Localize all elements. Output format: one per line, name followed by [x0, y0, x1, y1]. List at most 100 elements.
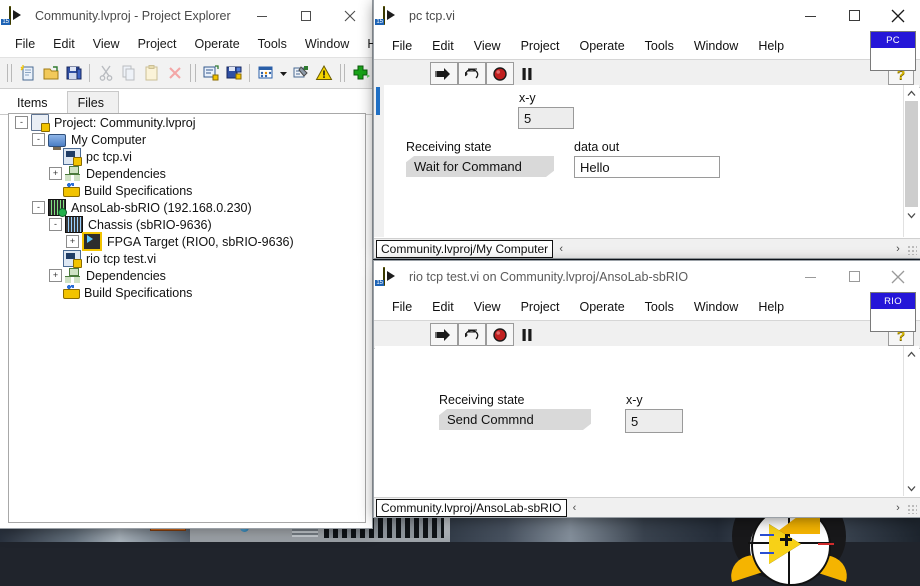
project-explorer-menu-view[interactable]: View: [84, 34, 129, 54]
delete-icon[interactable]: [164, 62, 185, 84]
resize-grip[interactable]: [907, 504, 917, 514]
tree-item[interactable]: pc tcp.vi: [9, 148, 365, 166]
save-all-icon[interactable]: [63, 62, 84, 84]
pc-tcp-vi-menu-file[interactable]: File: [382, 37, 422, 55]
minimize-icon[interactable]: [788, 261, 832, 292]
pc-xy-indicator[interactable]: 5: [518, 107, 574, 129]
rio-tcp-test-vi-titlebar[interactable]: rio tcp test.vi on Community.lvproj/Anso…: [374, 261, 920, 293]
close-icon[interactable]: [876, 0, 920, 31]
tab-items[interactable]: Items: [6, 91, 63, 114]
run-arrow-icon[interactable]: [430, 323, 458, 346]
pc-tcp-vi-menu-tools[interactable]: Tools: [635, 37, 684, 55]
show-block-diagram-icon[interactable]: [201, 62, 222, 84]
maximize-icon[interactable]: [284, 0, 328, 31]
run-continuously-icon[interactable]: [458, 62, 486, 85]
scroll-up-icon[interactable]: [904, 85, 919, 101]
copy-icon[interactable]: [118, 62, 139, 84]
pc-tcp-vi-menu-edit[interactable]: Edit: [422, 37, 464, 55]
abort-execution-icon[interactable]: [486, 323, 514, 346]
resize-grip[interactable]: [907, 245, 917, 255]
pc-data-out-indicator[interactable]: Hello: [574, 156, 720, 178]
scroll-left-icon[interactable]: ‹: [567, 502, 583, 514]
scroll-left-icon[interactable]: ‹: [553, 243, 569, 255]
abort-execution-icon[interactable]: [486, 62, 514, 85]
project-explorer-tabs[interactable]: Items Files: [0, 89, 372, 115]
project-explorer-menu-window[interactable]: Window: [296, 34, 358, 54]
pc-tcp-vi-titlebar[interactable]: pc tcp.vi: [374, 0, 920, 32]
tree-item[interactable]: Build Specifications: [9, 284, 365, 301]
run-arrow-icon[interactable]: [430, 62, 458, 85]
pc-tcp-vi-menu-view[interactable]: View: [464, 37, 511, 55]
view-options-icon[interactable]: [255, 62, 276, 84]
tree-item[interactable]: - Chassis (sbRIO-9636): [9, 216, 365, 233]
paste-icon[interactable]: [141, 62, 162, 84]
scroll-right-icon[interactable]: ›: [890, 502, 906, 514]
pc-tcp-vi-menu-operate[interactable]: Operate: [569, 37, 634, 55]
tree-item[interactable]: - My Computer: [9, 131, 365, 150]
rio-front-panel-status-bar[interactable]: Community.lvproj/AnsoLab-sbRIO ‹ ›: [374, 497, 920, 517]
rio-front-panel[interactable]: Receiving state Send Commnd x-y 5: [375, 346, 903, 496]
tree-item[interactable]: - Project: Community.lvproj: [9, 114, 365, 132]
scroll-thumb[interactable]: [376, 87, 380, 115]
pc-front-panel-status-bar[interactable]: Community.lvproj/My Computer ‹ ›: [374, 238, 920, 258]
project-explorer-menu-project[interactable]: Project: [129, 34, 186, 54]
close-icon[interactable]: [328, 0, 372, 31]
rio-tcp-test-vi-window[interactable]: rio tcp test.vi on Community.lvproj/Anso…: [374, 261, 920, 517]
run-continuously-icon[interactable]: [458, 323, 486, 346]
close-icon[interactable]: [876, 261, 920, 292]
rio-tcp-test-vi-menu-tools[interactable]: Tools: [635, 298, 684, 316]
maximize-icon[interactable]: [832, 261, 876, 292]
tree-item[interactable]: + Dependencies: [9, 267, 365, 284]
rio-tcp-test-vi-menubar[interactable]: File Edit View Project Operate Tools Window Hel…: [374, 293, 920, 321]
add-item-icon[interactable]: [350, 62, 371, 84]
scroll-thumb[interactable]: [905, 101, 918, 207]
pc-receiving-state-indicator[interactable]: Wait for Command: [406, 156, 554, 177]
rio-xy-indicator[interactable]: 5: [625, 409, 683, 433]
pc-tcp-vi-window[interactable]: pc tcp.vi FileEditViewProjectOperateTool…: [374, 0, 920, 258]
rio-tcp-test-vi-menu-window[interactable]: Window: [684, 298, 748, 316]
tree-item[interactable]: - AnsoLab-sbRIO (192.168.0.230): [9, 199, 365, 217]
pc-tcp-vi-menubar[interactable]: File Edit View Project Operate Tools Window Hel…: [374, 32, 920, 60]
tree-item[interactable]: Build Specifications: [9, 182, 365, 199]
collapse-icon[interactable]: -: [32, 201, 45, 214]
rio-tcp-test-vi-menu-help[interactable]: Help: [748, 298, 794, 316]
rio-tcp-test-vi-menu-operate[interactable]: Operate: [569, 298, 634, 316]
resolve-conflicts-icon[interactable]: [291, 62, 312, 84]
rio-receiving-state-indicator[interactable]: Send Commnd: [439, 409, 591, 430]
project-explorer-toolbar[interactable]: [0, 57, 372, 89]
project-explorer-menu-file[interactable]: File: [6, 34, 44, 54]
project-explorer-window[interactable]: Community.lvproj - Project Explorer File…: [0, 0, 393, 528]
scroll-down-icon[interactable]: [904, 480, 919, 496]
warning-icon[interactable]: [314, 62, 335, 84]
save-changed-icon[interactable]: [223, 62, 244, 84]
project-explorer-menubar[interactable]: FileEditViewProjectOperateToolsWindowHel…: [0, 31, 393, 57]
tree-item[interactable]: rio tcp test.vi: [9, 250, 365, 268]
minimize-icon[interactable]: [240, 0, 284, 31]
project-tree[interactable]: - Project: Community.lvproj - My Computer pc…: [8, 113, 366, 523]
project-explorer-menu-operate[interactable]: Operate: [185, 34, 248, 54]
tree-item[interactable]: + Dependencies: [9, 165, 365, 182]
pc-tcp-vi-menu-window[interactable]: Window: [684, 37, 748, 55]
minimize-icon[interactable]: [788, 0, 832, 31]
maximize-icon[interactable]: [832, 0, 876, 31]
tab-files[interactable]: Files: [66, 91, 119, 114]
project-explorer-menu-tools[interactable]: Tools: [249, 34, 296, 54]
pause-icon[interactable]: [514, 63, 540, 84]
pc-tcp-vi-toolbar[interactable]: ?: [374, 60, 920, 88]
scroll-right-icon[interactable]: ›: [890, 243, 906, 255]
expand-icon[interactable]: +: [66, 235, 79, 248]
project-explorer-titlebar[interactable]: Community.lvproj - Project Explorer: [0, 0, 372, 31]
pc-front-panel-vertical-scrollbar[interactable]: [903, 85, 919, 237]
new-vi-icon[interactable]: [17, 62, 38, 84]
pause-icon[interactable]: [514, 324, 540, 345]
collapse-icon[interactable]: -: [32, 133, 45, 146]
open-project-icon[interactable]: [40, 62, 61, 84]
scroll-up-icon[interactable]: [904, 346, 919, 362]
cut-icon[interactable]: [95, 62, 116, 84]
rio-tcp-test-vi-toolbar[interactable]: ?: [374, 321, 920, 349]
rio-tcp-test-vi-menu-file[interactable]: File: [382, 298, 422, 316]
expand-icon[interactable]: +: [49, 269, 62, 282]
pc-front-panel-left-scrollbar[interactable]: [374, 85, 384, 237]
collapse-icon[interactable]: -: [15, 116, 28, 129]
rio-tcp-test-vi-menu-view[interactable]: View: [464, 298, 511, 316]
